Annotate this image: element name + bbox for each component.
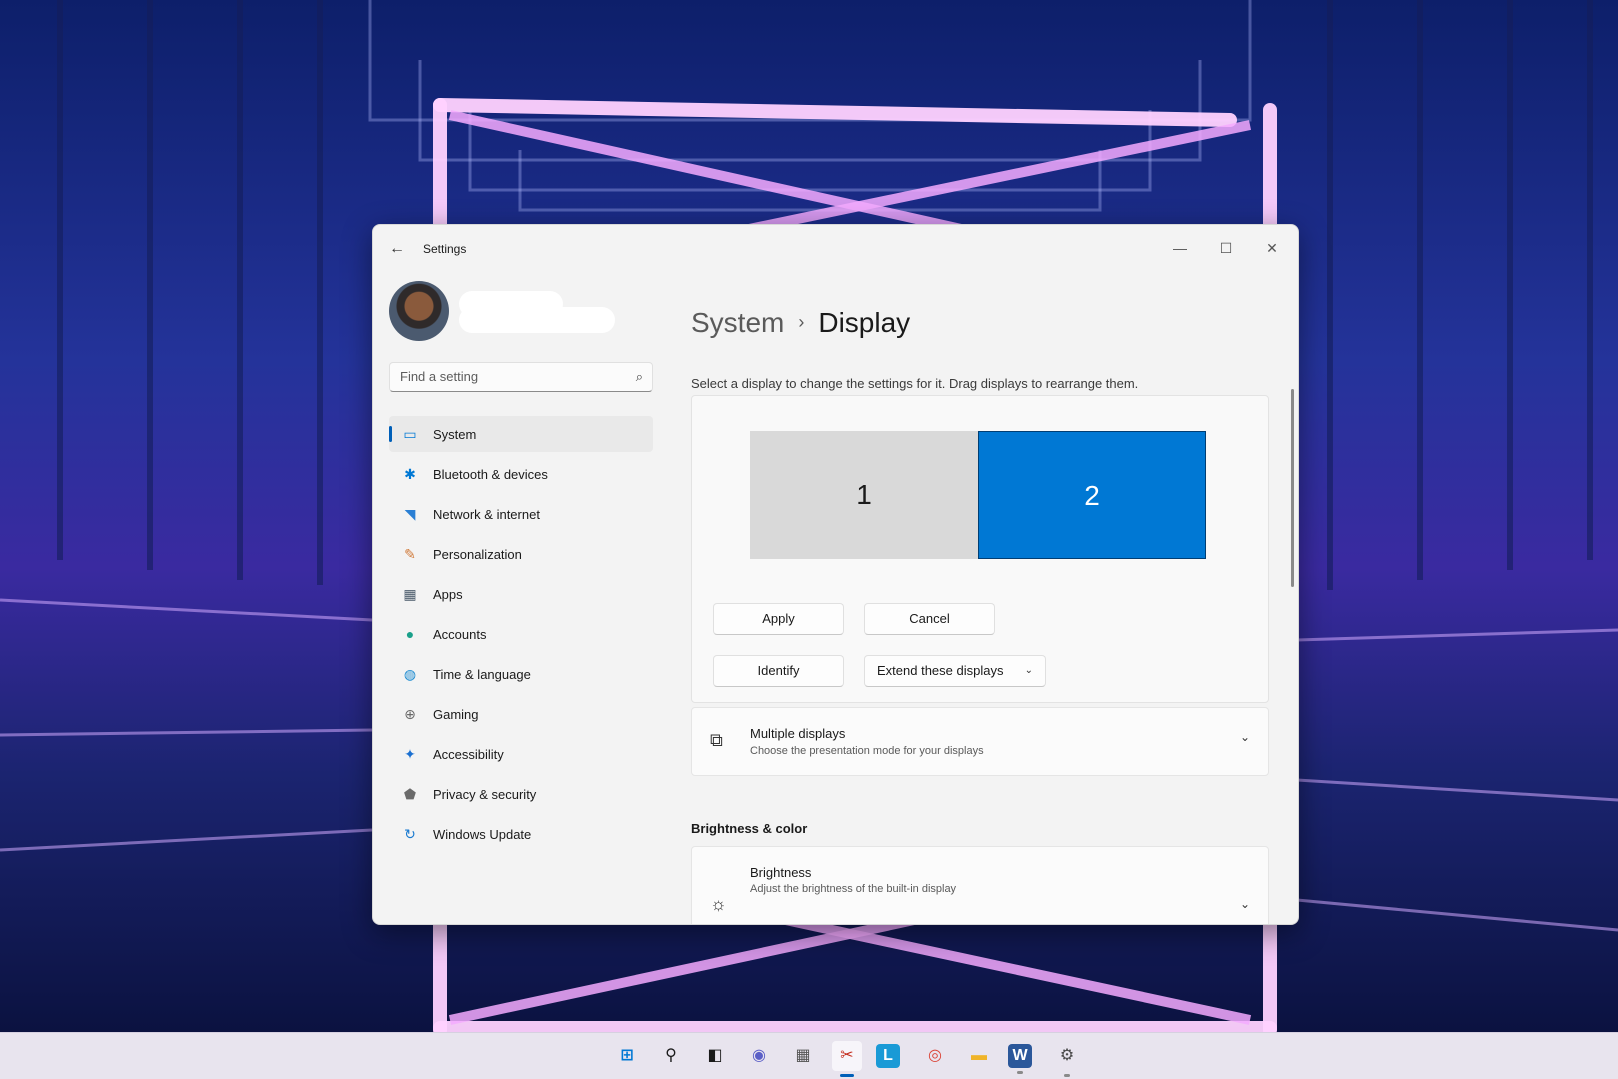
- sidebar-item-accounts[interactable]: ● Accounts: [389, 616, 653, 652]
- accounts-icon: ●: [405, 626, 415, 642]
- sidebar-item-label: Personalization: [433, 547, 522, 562]
- apply-button[interactable]: Apply: [713, 603, 844, 635]
- section-title-brightness-color: Brightness & color: [691, 821, 808, 836]
- breadcrumb: System › Display: [691, 307, 910, 339]
- display-1-tile[interactable]: 1: [750, 431, 978, 559]
- chevron-down-icon[interactable]: ⌄: [1240, 730, 1250, 744]
- search-input[interactable]: [400, 369, 620, 384]
- sun-icon: ☼: [710, 894, 727, 914]
- running-indicator: [1064, 1074, 1070, 1077]
- sidebar-item-bluetooth-devices[interactable]: ✱ Bluetooth & devices: [389, 456, 653, 492]
- display-mode-dropdown[interactable]: Extend these displays ⌄: [864, 655, 1046, 687]
- sidebar-item-apps[interactable]: ▦ Apps: [389, 576, 653, 612]
- sidebar-item-label: Gaming: [433, 707, 479, 722]
- taskbar: ⊞ ⚲ ◧ ◉ ▦ ✂ L ◎ ▬ W ⚙: [0, 1032, 1618, 1079]
- multiple-displays-subtitle: Choose the presentation mode for your di…: [750, 745, 984, 757]
- sidebar-nav: ▭ System ✱ Bluetooth & devices ◥ Network & in…: [389, 416, 653, 856]
- sidebar-item-label: Network & internet: [433, 507, 540, 522]
- sidebar-item-windows-update[interactable]: ↻ Windows Update: [389, 816, 653, 852]
- system-icon: ▭: [403, 426, 417, 442]
- chrome-icon[interactable]: ◎: [920, 1041, 950, 1071]
- start-icon[interactable]: ⊞: [612, 1041, 642, 1071]
- chat-icon[interactable]: ◉: [744, 1041, 774, 1071]
- breadcrumb-parent[interactable]: System: [691, 307, 784, 338]
- word-icon[interactable]: W: [1008, 1044, 1032, 1074]
- calculator-icon[interactable]: ▦: [788, 1041, 818, 1071]
- app-title: Settings: [423, 242, 467, 256]
- search-taskbar-icon[interactable]: ⚲: [656, 1041, 686, 1071]
- page-title: Display: [818, 307, 911, 338]
- display-2-tile[interactable]: 2: [978, 431, 1206, 559]
- search-icon[interactable]: ⌕: [636, 369, 643, 385]
- accessibility-icon: ✦: [404, 746, 416, 762]
- task-view-icon[interactable]: ◧: [700, 1041, 730, 1071]
- apps-icon: ▦: [403, 586, 417, 602]
- settings-taskbar-icon[interactable]: ⚙: [1052, 1041, 1082, 1077]
- title-bar: ← Settings — ☐ ✕: [373, 225, 1298, 273]
- snipping-tool-icon[interactable]: ✂: [832, 1041, 862, 1077]
- sidebar-item-label: Accessibility: [433, 747, 504, 762]
- sidebar-item-personalization[interactable]: ✎ Personalization: [389, 536, 653, 572]
- sidebar-item-gaming[interactable]: ⊕ Gaming: [389, 696, 653, 732]
- sidebar-item-time-language[interactable]: ◍ Time & language: [389, 656, 653, 692]
- update-icon: ↻: [404, 826, 416, 842]
- display-mode-value: Extend these displays: [877, 663, 1004, 678]
- close-button[interactable]: ✕: [1250, 233, 1294, 263]
- sidebar-item-label: Apps: [433, 587, 463, 602]
- settings-window: ← Settings — ☐ ✕ ⌕ ▭ System ✱ Bluetooth & d…: [372, 224, 1299, 925]
- sidebar-item-accessibility[interactable]: ✦ Accessibility: [389, 736, 653, 772]
- sidebar-item-privacy-security[interactable]: ⬟ Privacy & security: [389, 776, 653, 812]
- brightness-row: ☼ Brightness Adjust the brightness of th…: [691, 846, 1269, 924]
- search-box[interactable]: ⌕: [389, 362, 653, 392]
- brightness-title: Brightness: [750, 865, 812, 880]
- avatar[interactable]: [389, 281, 449, 341]
- brush-icon: ✎: [404, 546, 416, 562]
- bluetooth-icon: ✱: [404, 466, 416, 482]
- user-email-redaction: [459, 307, 615, 333]
- brightness-subtitle: Adjust the brightness of the built-in di…: [750, 883, 957, 895]
- arrange-hint: Select a display to change the settings …: [691, 376, 1139, 391]
- chevron-down-icon: ⌄: [1024, 665, 1033, 676]
- sidebar-item-label: System: [433, 427, 477, 442]
- identify-button[interactable]: Identify: [713, 655, 844, 687]
- maximize-button[interactable]: ☐: [1204, 233, 1248, 263]
- display-arrangement-card: 1 2 Apply Cancel Identify Extend these d…: [691, 395, 1269, 703]
- sidebar-item-network-internet[interactable]: ◥ Network & internet: [389, 496, 653, 532]
- sidebar-item-label: Time & language: [433, 667, 531, 682]
- cancel-button[interactable]: Cancel: [864, 603, 995, 635]
- sidebar-item-label: Bluetooth & devices: [433, 467, 548, 482]
- minimize-button[interactable]: —: [1158, 233, 1202, 263]
- display-settings-page: System › Display Select a display to chang…: [675, 273, 1298, 924]
- multiple-displays-row[interactable]: ⧉ Multiple displays Choose the presentat…: [691, 707, 1269, 776]
- sidebar-item-system[interactable]: ▭ System: [389, 416, 653, 452]
- shield-icon: ⬟: [403, 786, 417, 802]
- multiple-displays-title: Multiple displays: [750, 726, 846, 741]
- scrollbar[interactable]: [1291, 389, 1294, 587]
- gamepad-icon: ⊕: [404, 706, 416, 722]
- breadcrumb-chevron-icon: ›: [798, 312, 805, 332]
- sidebar-item-label: Accounts: [433, 627, 487, 642]
- running-indicator: [840, 1074, 854, 1077]
- chevron-down-icon[interactable]: ⌄: [1240, 897, 1250, 911]
- wifi-icon: ◥: [404, 506, 416, 522]
- l-app-icon[interactable]: L: [876, 1044, 900, 1068]
- globe-clock-icon: ◍: [403, 666, 417, 682]
- sidebar-item-label: Windows Update: [433, 827, 532, 842]
- back-arrow-icon[interactable]: ←: [387, 240, 407, 258]
- file-explorer-icon[interactable]: ▬: [964, 1041, 994, 1071]
- sidebar: ⌕ ▭ System ✱ Bluetooth & devices ◥ Network & …: [373, 273, 663, 923]
- sidebar-item-label: Privacy & security: [433, 787, 537, 802]
- running-indicator: [1017, 1071, 1023, 1074]
- multiple-displays-icon: ⧉: [710, 730, 723, 750]
